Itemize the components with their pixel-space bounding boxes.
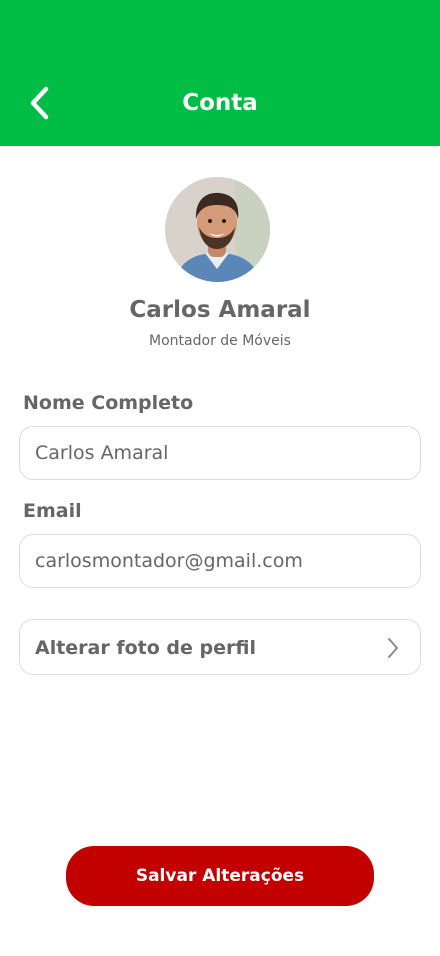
page-title: Conta: [182, 90, 258, 116]
profile-photo: [165, 177, 270, 282]
app-header: Conta: [0, 0, 440, 146]
chevron-right-icon: [388, 638, 398, 658]
full-name-label: Nome Completo: [23, 392, 194, 414]
email-label: Email: [23, 500, 82, 522]
profile-name: Carlos Amaral: [129, 297, 311, 323]
save-button[interactable]: Salvar Alterações: [66, 846, 374, 906]
email-field[interactable]: [19, 534, 421, 588]
avatar: [165, 177, 270, 282]
full-name-input[interactable]: [35, 427, 405, 479]
change-photo-label: Alterar foto de perfil: [35, 637, 256, 659]
profile-role: Montador de Móveis: [149, 333, 291, 349]
full-name-field[interactable]: [19, 426, 421, 480]
save-button-label: Salvar Alterações: [135, 866, 305, 886]
change-photo-button[interactable]: Alterar foto de perfil: [19, 619, 421, 675]
email-input[interactable]: [35, 535, 405, 587]
